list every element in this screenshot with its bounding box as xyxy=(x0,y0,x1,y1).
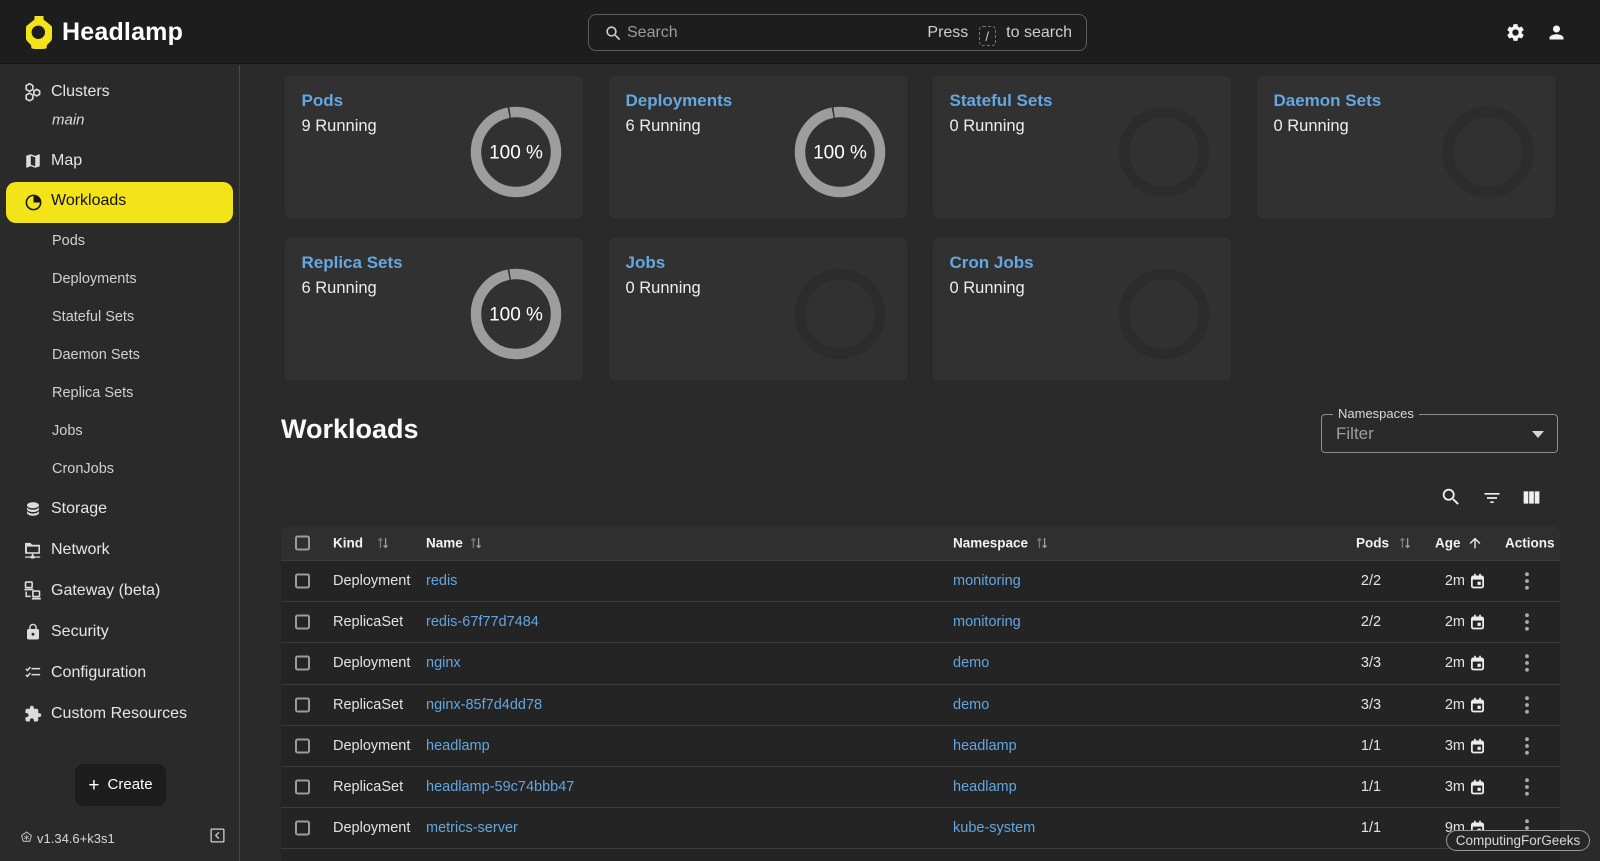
svg-text:100 %: 100 % xyxy=(489,305,543,326)
svg-text:100 %: 100 % xyxy=(489,143,543,164)
svg-text:100 %: 100 % xyxy=(813,143,867,164)
